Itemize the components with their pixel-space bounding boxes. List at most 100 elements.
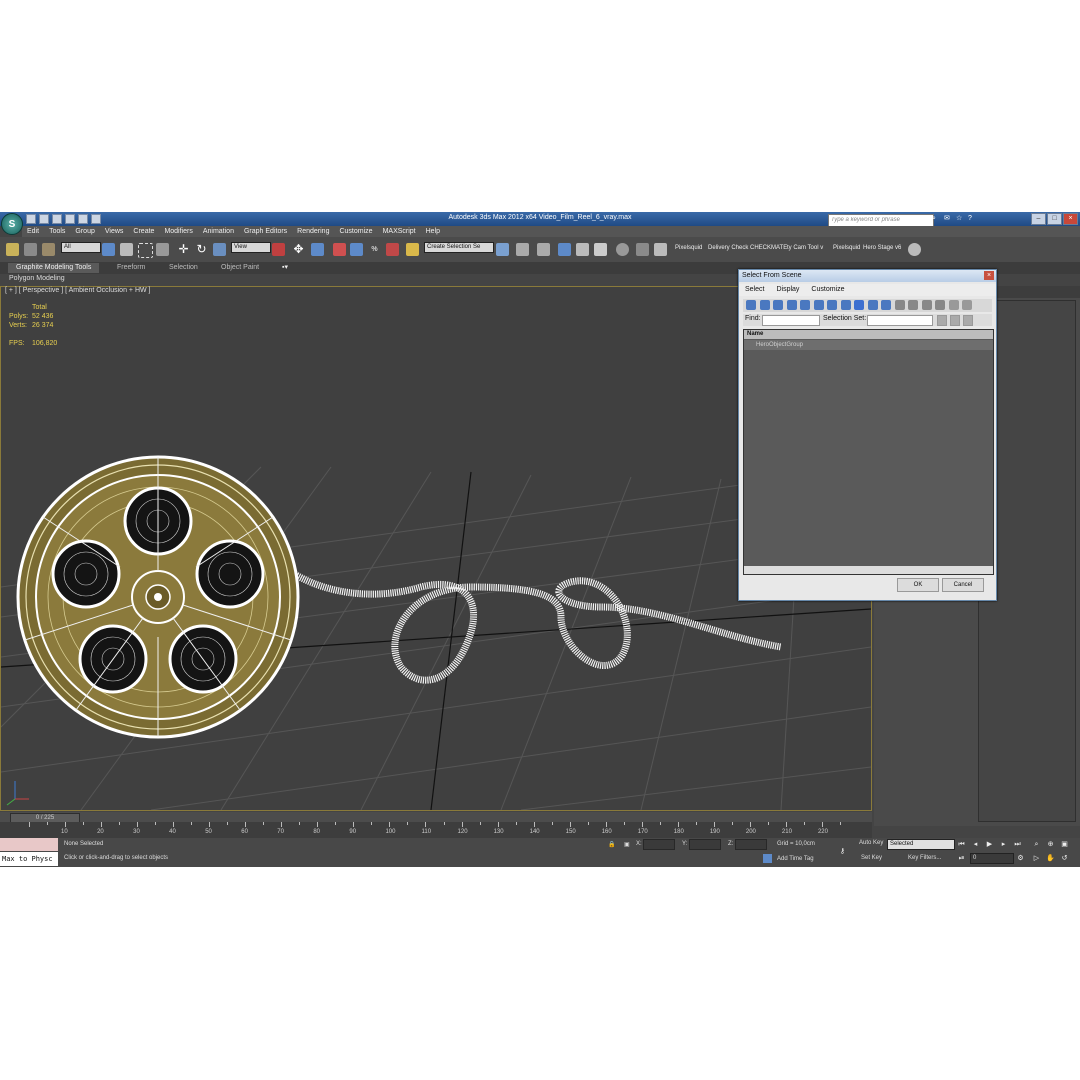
scene-object-list[interactable]: Name HeroObjectGroup <box>743 329 994 575</box>
menu-item-create[interactable]: Create <box>128 226 159 237</box>
schematic-view-icon[interactable] <box>594 243 607 256</box>
time-slider[interactable]: 0 / 225 <box>0 812 872 823</box>
star-icon[interactable]: ☆ <box>956 214 964 223</box>
dialog-close-icon[interactable]: × <box>984 271 994 280</box>
menu-item-edit[interactable]: Edit <box>22 226 44 237</box>
minimize-icon[interactable]: – <box>1031 213 1046 225</box>
dialog-menu-customize[interactable]: Customize <box>805 284 850 296</box>
align-icon[interactable] <box>516 243 529 256</box>
filter-toggle-icon[interactable] <box>867 300 878 310</box>
next-frame-icon[interactable]: ▸ <box>999 840 1008 849</box>
auto-key-button[interactable]: Auto Key <box>859 840 883 846</box>
column-header-name[interactable]: Name <box>744 330 993 339</box>
cancel-button[interactable]: Cancel <box>942 578 984 592</box>
plugin-checkmate[interactable]: CHECKMATE <box>750 245 787 251</box>
key-filters-button[interactable]: Key Filters... <box>908 855 941 861</box>
time-tag-icon[interactable] <box>763 854 772 863</box>
menu-item-modifiers[interactable]: Modifiers <box>159 226 197 237</box>
curve-editor-icon[interactable] <box>576 243 589 256</box>
go-to-end-icon[interactable]: ⏭ <box>1013 840 1022 849</box>
scale-icon[interactable] <box>213 243 226 256</box>
filter-toggle-icon[interactable] <box>881 300 891 310</box>
percent-snap-icon[interactable]: % <box>368 243 381 256</box>
tab-object-paint[interactable]: Object Paint <box>221 263 259 273</box>
link-icon[interactable] <box>6 243 19 256</box>
track-bar[interactable]: 10 20 30 40 50 60 70 80 90 100 110 120 130 140 150 160 1… <box>0 822 872 838</box>
close-icon[interactable]: × <box>1063 213 1078 225</box>
field-of-view-icon[interactable]: ▷ <box>1032 854 1041 863</box>
previous-frame-icon[interactable]: ◂ <box>971 840 980 849</box>
teapot-icon[interactable] <box>908 243 921 256</box>
selection-set-remove-icon[interactable] <box>963 315 973 326</box>
set-key-button[interactable]: Set Key <box>861 855 882 861</box>
key-mode-toggle-icon[interactable]: ⏯ <box>957 854 966 863</box>
menu-item-maxscript[interactable]: MAXScript <box>378 226 421 237</box>
menu-item-rendering[interactable]: Rendering <box>292 226 334 237</box>
filter-toggle-icon[interactable] <box>759 300 770 310</box>
menu-item-animation[interactable]: Animation <box>198 226 239 237</box>
lock-icon[interactable]: 🔒 <box>608 841 615 848</box>
filter-toggle-icon[interactable] <box>827 300 837 310</box>
filter-toggle-icon[interactable] <box>962 300 972 310</box>
mirror-icon[interactable] <box>496 243 509 256</box>
filter-toggle-icon[interactable] <box>908 300 918 310</box>
filter-toggle-icon[interactable] <box>894 300 905 310</box>
list-item[interactable]: HeroObjectGroup <box>744 340 993 350</box>
menu-item-views[interactable]: Views <box>100 226 129 237</box>
plugin-pixelsquid-2[interactable]: Pixelsquid <box>833 245 860 251</box>
y-coordinate-field[interactable] <box>689 839 721 850</box>
polygon-modeling-panel[interactable]: Polygon Modeling <box>9 275 65 282</box>
selection-filter-dropdown[interactable]: All <box>61 242 101 253</box>
move-icon[interactable]: ✛ <box>177 243 190 256</box>
window-crossing-icon[interactable] <box>156 243 169 256</box>
maximize-icon[interactable]: □ <box>1047 213 1062 225</box>
menu-item-help[interactable]: Help <box>421 226 445 237</box>
rotate-icon[interactable]: ↻ <box>195 243 208 256</box>
zoom-all-icon[interactable]: ⊕ <box>1046 840 1055 849</box>
filter-toggle-icon[interactable] <box>948 300 959 310</box>
orbit-icon[interactable]: ↺ <box>1060 854 1069 863</box>
named-selection-dropdown[interactable]: Create Selection Se <box>424 242 494 253</box>
material-editor-icon[interactable] <box>616 243 629 256</box>
bind-spacewarp-icon[interactable] <box>42 243 55 256</box>
add-time-tag[interactable]: Add Time Tag <box>777 856 814 862</box>
maxscript-listener-top[interactable] <box>0 838 58 851</box>
x-coordinate-field[interactable] <box>643 839 675 850</box>
edit-named-selection-icon[interactable] <box>406 243 419 256</box>
plugin-cam-tool[interactable]: ty Cam Tool v <box>787 245 823 251</box>
horizontal-scrollbar[interactable] <box>744 566 993 574</box>
snaps-toggle-icon[interactable] <box>333 243 346 256</box>
current-frame-field[interactable]: 0 <box>970 853 1014 864</box>
plugin-pixelsquid-1[interactable]: Pixelsquid <box>675 245 702 251</box>
filter-toggle-icon[interactable] <box>773 300 783 310</box>
layer-manager-icon[interactable] <box>537 243 550 256</box>
render-icon[interactable] <box>654 243 667 256</box>
ok-button[interactable]: OK <box>897 578 939 592</box>
filter-toggle-icon[interactable] <box>921 300 932 310</box>
select-by-name-icon[interactable] <box>120 243 133 256</box>
menu-item-tools[interactable]: Tools <box>44 226 70 237</box>
selection-set-dropdown[interactable] <box>867 315 933 326</box>
z-coordinate-field[interactable] <box>735 839 767 850</box>
menu-item-customize[interactable]: Customize <box>334 226 377 237</box>
app-logo-icon[interactable]: S <box>1 213 23 235</box>
ribbon-options-icon[interactable]: ▪▾ <box>282 263 288 273</box>
zoom-extents-icon[interactable]: ▣ <box>1060 840 1069 849</box>
tab-freeform[interactable]: Freeform <box>117 263 145 273</box>
filter-toggle-icon[interactable] <box>813 300 824 310</box>
graphite-toggle-icon[interactable] <box>558 243 571 256</box>
binoculars-icon[interactable]: ⌕ <box>932 214 940 223</box>
menu-item-graph-editors[interactable]: Graph Editors <box>239 226 292 237</box>
rect-selection-icon[interactable] <box>138 243 153 258</box>
plugin-delivery-check[interactable]: Delivery Check <box>708 245 748 251</box>
filter-toggle-icon[interactable] <box>746 300 756 310</box>
help-icon[interactable]: ? <box>968 214 976 223</box>
filter-toggle-icon[interactable] <box>840 300 851 310</box>
find-input[interactable] <box>762 315 820 326</box>
filter-toggle-icon[interactable] <box>854 300 864 310</box>
pan-icon[interactable]: ✋ <box>1046 854 1055 863</box>
pivot-icon[interactable] <box>272 243 285 256</box>
play-icon[interactable]: ▶ <box>985 840 994 849</box>
reference-coord-dropdown[interactable]: View <box>231 242 271 253</box>
maxscript-mini-listener[interactable]: Max to Physc <box>0 852 58 866</box>
